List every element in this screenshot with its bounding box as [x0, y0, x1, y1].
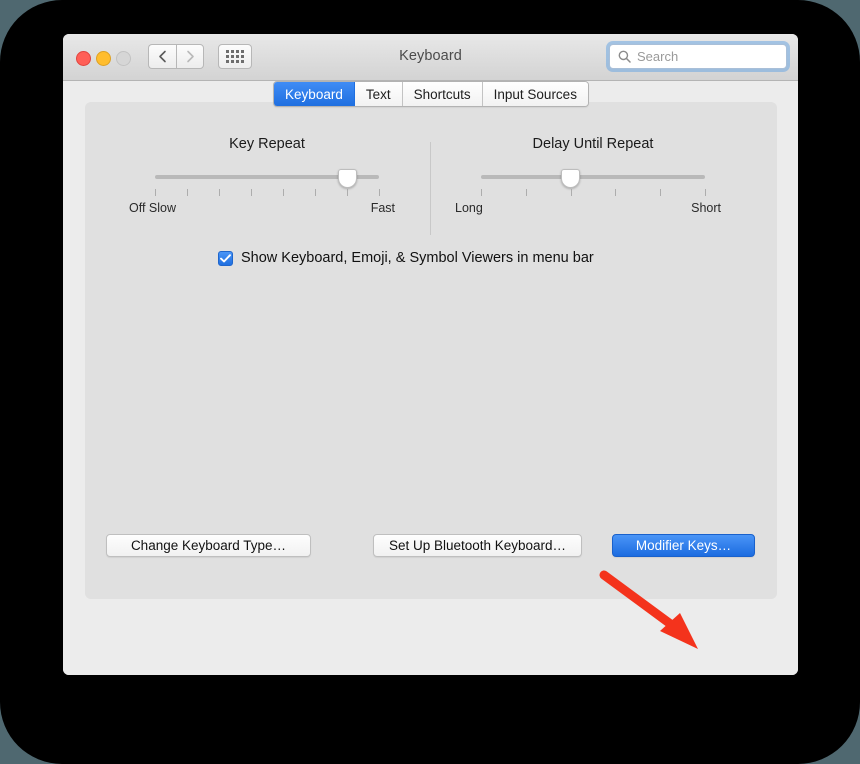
key-repeat-slider-group: Key Repeat Off Slow Fast [119, 136, 415, 217]
slider-divider [430, 142, 431, 235]
delay-until-repeat-thumb[interactable] [561, 169, 581, 188]
slider-tick [379, 189, 380, 196]
key-repeat-thumb[interactable] [337, 169, 357, 188]
delay-until-repeat-labels: Long Short [445, 201, 741, 217]
slider-tick [219, 189, 220, 196]
change-keyboard-type-button[interactable]: Change Keyboard Type… [106, 534, 311, 557]
slider-tick [615, 189, 617, 196]
key-repeat-title: Key Repeat [229, 136, 305, 152]
slider-tick [251, 189, 252, 196]
search-container: Search [609, 44, 787, 69]
show-viewers-checkbox[interactable] [218, 250, 233, 266]
key-repeat-labels: Off Slow Fast [119, 201, 415, 217]
show-viewers-checkbox-label: Show Keyboard, Emoji, & Symbol Viewers i… [241, 250, 594, 266]
slider-tick [187, 189, 188, 196]
slider-tick [481, 189, 482, 196]
slider-tick [283, 189, 284, 196]
slider-tick [347, 189, 348, 196]
delay-until-repeat-ticks [481, 189, 706, 199]
key-repeat-left-label: Off Slow [129, 201, 177, 215]
tab-group: Keyboard Text Shortcuts Input Sources [273, 81, 589, 107]
tab-text[interactable]: Text [354, 82, 403, 106]
tab-keyboard[interactable]: Keyboard [274, 82, 355, 106]
tab-shortcuts[interactable]: Shortcuts [402, 82, 483, 106]
slider-tick [705, 189, 706, 196]
delay-until-repeat-slider[interactable] [481, 169, 705, 188]
window-body: Keyboard Text Shortcuts Input Sources Ke… [63, 81, 798, 675]
tab-input-sources[interactable]: Input Sources [482, 82, 588, 106]
search-input[interactable]: Search [609, 44, 787, 69]
delay-until-repeat-title: Delay Until Repeat [532, 136, 654, 152]
key-repeat-slider[interactable] [155, 169, 379, 188]
keyboard-preferences-window: Keyboard Search Keyboard Text Shortcuts … [63, 34, 798, 675]
search-placeholder-text: Search [637, 49, 679, 64]
checkmark-icon [220, 253, 231, 262]
window-titlebar: Keyboard Search [63, 34, 798, 81]
setup-bluetooth-keyboard-button[interactable]: Set Up Bluetooth Keyboard… [373, 534, 582, 557]
delay-until-repeat-track [481, 175, 705, 179]
search-icon [618, 50, 631, 63]
tab-bar: Keyboard Text Shortcuts Input Sources [85, 81, 777, 107]
preferences-content-panel: Keyboard Text Shortcuts Input Sources Ke… [85, 81, 777, 599]
slider-tick [525, 189, 527, 196]
slider-tick [155, 189, 156, 196]
key-repeat-ticks [155, 189, 380, 199]
slider-tick [660, 189, 662, 196]
key-repeat-right-label: Fast [370, 201, 395, 215]
delay-until-repeat-right-label: Short [691, 201, 721, 215]
delay-until-repeat-left-label: Long [455, 201, 483, 215]
delay-until-repeat-slider-group: Delay Until Repeat Long Short [445, 136, 741, 217]
modifier-keys-button[interactable]: Modifier Keys… [612, 534, 755, 557]
slider-tick [315, 189, 316, 196]
show-viewers-checkbox-row[interactable]: Show Keyboard, Emoji, & Symbol Viewers i… [218, 250, 594, 266]
slider-tick [570, 189, 572, 196]
